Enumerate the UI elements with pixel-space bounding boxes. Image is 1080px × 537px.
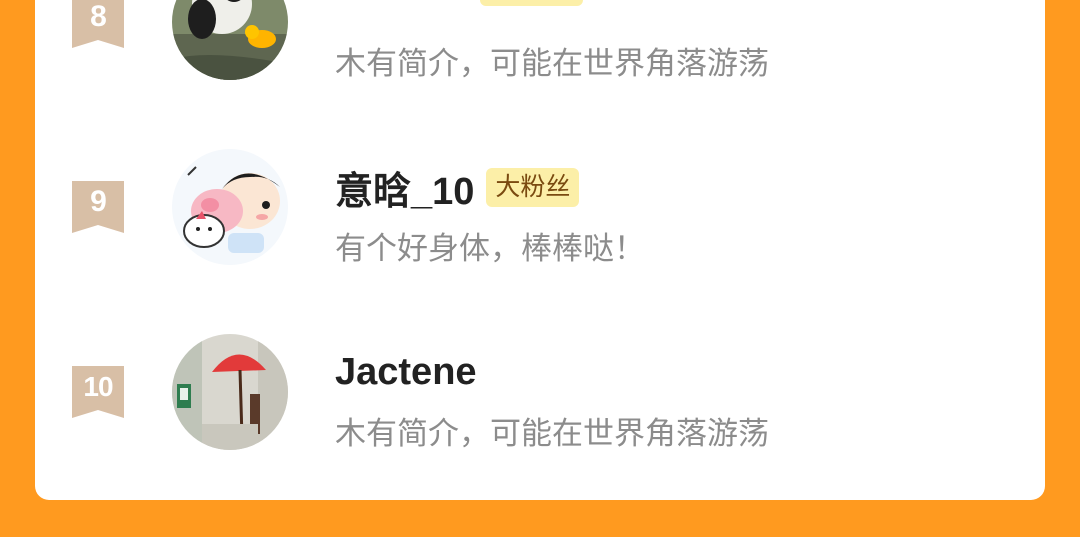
- rank-number: 10: [83, 371, 113, 402]
- cartoon-avatar[interactable]: [172, 149, 288, 265]
- fan-bio: 有个好身体，棒棒哒！: [335, 231, 645, 267]
- fan-name-line: 意晗_10 大粉丝: [335, 165, 580, 213]
- fan-row-10[interactable]: 10 Jactene 木有简介，可能在世界角落游荡: [35, 316, 1045, 466]
- fan-bio: 木有简介，可能在世界角落游荡: [335, 46, 769, 82]
- umbrella-photo-avatar-image: [172, 334, 288, 450]
- cartoon-avatar-image: [172, 149, 288, 265]
- panda-avatar-image: [172, 0, 288, 80]
- panda-avatar[interactable]: [172, 0, 288, 80]
- fan-badge: 大粉丝: [486, 167, 580, 207]
- rank-number: 9: [90, 185, 107, 218]
- fan-name[interactable]: 意晗_10: [335, 160, 474, 215]
- umbrella-photo-avatar[interactable]: [172, 334, 288, 450]
- fan-name-line: Jactene: [335, 350, 477, 394]
- fan-name[interactable]: Jactene: [335, 351, 477, 394]
- rank-number: 8: [90, 0, 107, 33]
- fan-badge-partial: [480, 0, 583, 6]
- fan-bio: 木有简介，可能在世界角落游荡: [335, 416, 769, 452]
- fan-row-9[interactable]: 9 意晗_10 大粉丝 有个好身体，棒棒哒！: [35, 131, 1045, 281]
- rank-ribbon: 10: [72, 366, 124, 418]
- fan-ranking-card: 8 木有简介，可能在世界角落游荡 9 意晗_10 大粉丝 有个好身体，棒棒哒！ …: [35, 0, 1045, 500]
- fan-name-partial: [370, 0, 465, 6]
- rank-ribbon: 9: [72, 181, 124, 233]
- rank-ribbon: 8: [72, 0, 124, 48]
- fan-row-8[interactable]: 8 木有简介，可能在世界角落游荡: [35, 0, 1045, 96]
